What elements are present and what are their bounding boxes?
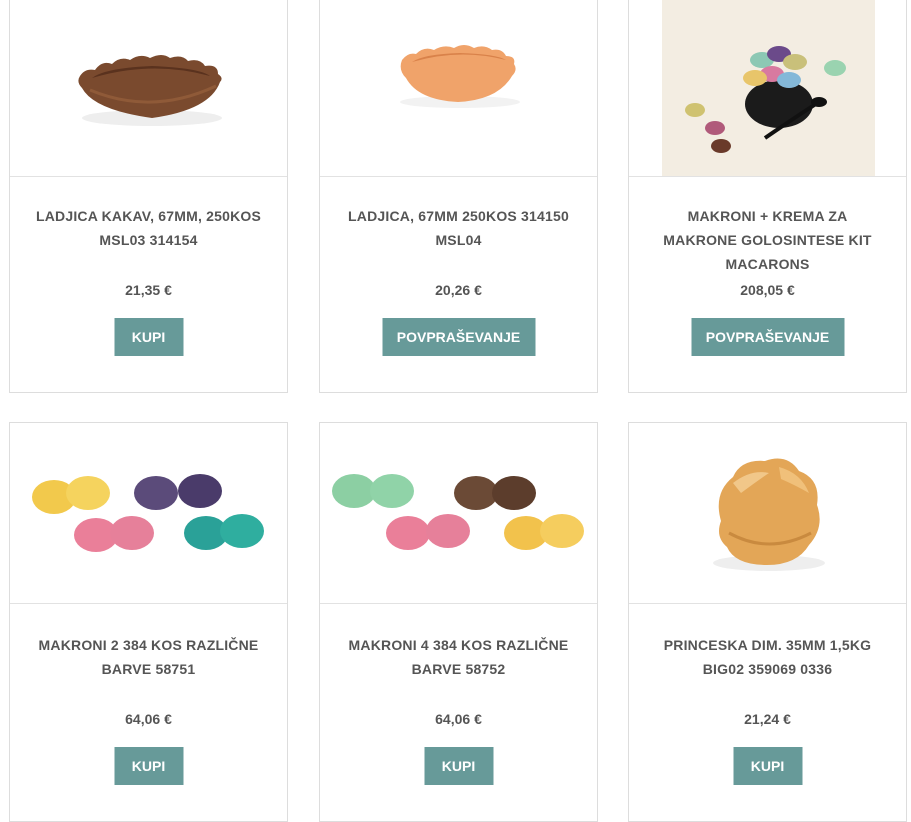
product-price: 21,24 € — [744, 711, 791, 727]
product-title[interactable]: LADJICA KAKAV, 67MM, 250KOS MSL03 314154 — [24, 204, 273, 252]
buy-button[interactable]: KUPI — [114, 747, 183, 785]
product-image[interactable] — [320, 0, 597, 177]
buy-button[interactable]: KUPI — [424, 747, 493, 785]
product-image[interactable] — [10, 0, 287, 177]
inquiry-button[interactable]: POVPRAŠEVANJE — [691, 318, 844, 356]
product-card[interactable]: PRINCESKA DIM. 35MM 1,5KG BIG02 359069 0… — [628, 422, 907, 822]
product-price: 208,05 € — [740, 282, 795, 298]
product-title[interactable]: MAKRONI 4 384 KOS RAZLIČNE BARVE 58752 — [334, 633, 583, 681]
product-image[interactable] — [629, 0, 906, 177]
product-price: 64,06 € — [435, 711, 482, 727]
product-title[interactable]: MAKRONI + KREMA ZA MAKRONE GOLOSINTESE K… — [643, 204, 892, 276]
product-title[interactable]: LADJICA, 67MM 250KOS 314150 MSL04 — [334, 204, 583, 252]
product-card[interactable]: MAKRONI 4 384 KOS RAZLIČNE BARVE 58752 6… — [319, 422, 598, 822]
product-title[interactable]: MAKRONI 2 384 KOS RAZLIČNE BARVE 58751 — [24, 633, 273, 681]
product-card[interactable]: LADJICA KAKAV, 67MM, 250KOS MSL03 314154… — [9, 0, 288, 393]
product-image[interactable] — [10, 423, 287, 604]
product-price: 21,35 € — [125, 282, 172, 298]
buy-button[interactable]: KUPI — [114, 318, 183, 356]
product-card[interactable]: MAKRONI + KREMA ZA MAKRONE GOLOSINTESE K… — [628, 0, 907, 393]
product-card[interactable]: LADJICA, 67MM 250KOS 314150 MSL04 20,26 … — [319, 0, 598, 393]
product-card[interactable]: MAKRONI 2 384 KOS RAZLIČNE BARVE 58751 6… — [9, 422, 288, 822]
inquiry-button[interactable]: POVPRAŠEVANJE — [382, 318, 535, 356]
product-price: 20,26 € — [435, 282, 482, 298]
product-title[interactable]: PRINCESKA DIM. 35MM 1,5KG BIG02 359069 0… — [643, 633, 892, 681]
buy-button[interactable]: KUPI — [733, 747, 802, 785]
product-price: 64,06 € — [125, 711, 172, 727]
product-image[interactable] — [320, 423, 597, 604]
product-image[interactable] — [629, 423, 906, 604]
